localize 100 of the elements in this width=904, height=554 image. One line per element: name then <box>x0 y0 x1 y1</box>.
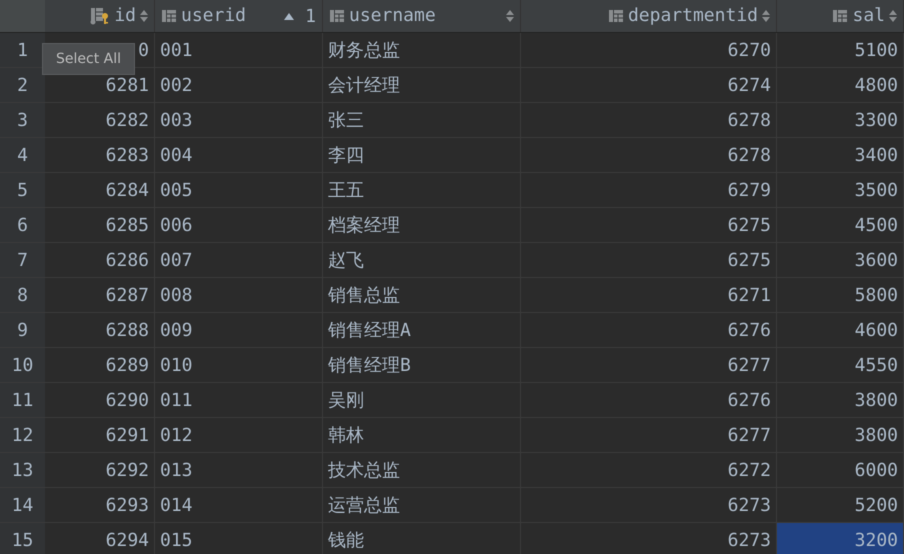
table-cell: 6294 <box>45 523 155 554</box>
row-number[interactable]: 9 <box>0 313 45 348</box>
table-cell: 3800 <box>777 383 904 418</box>
table-column-icon <box>608 8 624 24</box>
row-number[interactable]: 11 <box>0 383 45 418</box>
table-cell: 002 <box>155 68 323 103</box>
table-cell: 6289 <box>45 348 155 383</box>
table-cell: 013 <box>155 453 323 488</box>
column-label: username <box>349 7 436 25</box>
table-cell: 6276 <box>521 313 777 348</box>
table-cell: 李四 <box>323 138 521 173</box>
row-number[interactable]: 4 <box>0 138 45 173</box>
sort-order: 1 <box>305 6 316 26</box>
table-cell: 6286 <box>45 243 155 278</box>
table-cell: 6293 <box>45 488 155 523</box>
table-cell: 6276 <box>521 383 777 418</box>
key-column-icon <box>90 7 110 25</box>
row-number[interactable]: 10 <box>0 348 45 383</box>
table-cell: 运营总监 <box>323 488 521 523</box>
table-cell: 5100 <box>777 33 904 68</box>
table-cell: 6285 <box>45 208 155 243</box>
table-cell: 008 <box>155 278 323 313</box>
table-cell: 012 <box>155 418 323 453</box>
row-number[interactable]: 12 <box>0 418 45 453</box>
table-cell: 4600 <box>777 313 904 348</box>
row-number[interactable]: 2 <box>0 68 45 103</box>
row-number[interactable]: 5 <box>0 173 45 208</box>
sort-icon[interactable] <box>506 9 514 23</box>
column-label: userid <box>181 7 246 25</box>
table-cell: 007 <box>155 243 323 278</box>
column-header[interactable]: sal <box>777 0 904 32</box>
table-cell: 3400 <box>777 138 904 173</box>
table-cell: 销售经理A <box>323 313 521 348</box>
row-number[interactable]: 13 <box>0 453 45 488</box>
table-cell: 档案经理 <box>323 208 521 243</box>
table-cell: 015 <box>155 523 323 554</box>
table-cell: 吴刚 <box>323 383 521 418</box>
table-cell: 6292 <box>45 453 155 488</box>
table-cell: 技术总监 <box>323 453 521 488</box>
table-cell: 6273 <box>521 488 777 523</box>
row-number[interactable]: 3 <box>0 103 45 138</box>
table-cell: 6279 <box>521 173 777 208</box>
table-cell: 6275 <box>521 243 777 278</box>
table-cell: 3600 <box>777 243 904 278</box>
table-cell: 010 <box>155 348 323 383</box>
table-cell: 5800 <box>777 278 904 313</box>
row-number[interactable]: 6 <box>0 208 45 243</box>
table-cell: 011 <box>155 383 323 418</box>
column-label: id <box>114 7 136 25</box>
row-number[interactable]: 15 <box>0 523 45 554</box>
row-number[interactable]: 8 <box>0 278 45 313</box>
table-cell: 6270 <box>521 33 777 68</box>
table-cell: 6288 <box>45 313 155 348</box>
column-header[interactable]: departmentid <box>521 0 777 32</box>
sort-icon[interactable] <box>140 9 148 23</box>
row-number[interactable]: 1 <box>0 33 45 68</box>
table-cell: 销售经理B <box>323 348 521 383</box>
sort-icon[interactable] <box>889 9 897 23</box>
column-header[interactable]: id <box>45 0 155 32</box>
table-cell: 3500 <box>777 173 904 208</box>
table-cell: 6278 <box>521 103 777 138</box>
table-cell: 张三 <box>323 103 521 138</box>
row-number[interactable]: 7 <box>0 243 45 278</box>
table-column-icon <box>329 8 345 24</box>
column-header[interactable]: userid 1 <box>155 0 323 32</box>
table-cell: 6000 <box>777 453 904 488</box>
table-cell: 004 <box>155 138 323 173</box>
table-cell: 6272 <box>521 453 777 488</box>
table-cell: 3800 <box>777 418 904 453</box>
table-cell: 6277 <box>521 418 777 453</box>
table-cell: 6290 <box>45 383 155 418</box>
table-cell: 6282 <box>45 103 155 138</box>
table-cell: 006 <box>155 208 323 243</box>
table-cell: 6277 <box>521 348 777 383</box>
table-column-icon <box>161 8 177 24</box>
table-cell: 6271 <box>521 278 777 313</box>
table-column-icon <box>832 8 848 24</box>
table-cell: 4500 <box>777 208 904 243</box>
table-cell: 005 <box>155 173 323 208</box>
row-number[interactable]: 14 <box>0 488 45 523</box>
table-cell: 会计经理 <box>323 68 521 103</box>
sort-ascending-icon[interactable] <box>283 11 296 21</box>
column-label: sal <box>852 7 885 25</box>
table-cell: 6274 <box>521 68 777 103</box>
table-cell: 4550 <box>777 348 904 383</box>
table-cell: 6287 <box>45 278 155 313</box>
table-cell: 6291 <box>45 418 155 453</box>
sort-icon[interactable] <box>762 9 770 23</box>
table-cell: 赵飞 <box>323 243 521 278</box>
column-label: departmentid <box>628 7 758 25</box>
table-cell: 6275 <box>521 208 777 243</box>
table-cell: 财务总监 <box>323 33 521 68</box>
table-cell: 009 <box>155 313 323 348</box>
column-header[interactable]: username <box>323 0 521 32</box>
table-cell: 014 <box>155 488 323 523</box>
table-cell: 王五 <box>323 173 521 208</box>
table-cell: 3300 <box>777 103 904 138</box>
table-cell: 销售总监 <box>323 278 521 313</box>
table-cell: 003 <box>155 103 323 138</box>
table-cell: 001 <box>155 33 323 68</box>
